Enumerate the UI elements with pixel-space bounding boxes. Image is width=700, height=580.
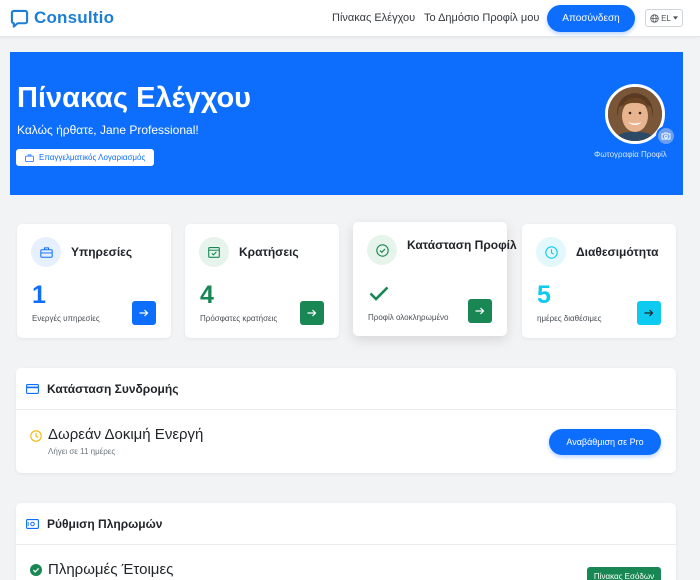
services-arrow-button[interactable]: [132, 301, 156, 325]
card-value: 4: [200, 281, 214, 309]
brand-logo[interactable]: Consultio: [10, 8, 114, 28]
stat-card-bookings: Κρατήσεις 4 Πρόσφατες κρατήσεις: [185, 224, 339, 338]
card-title: Κρατήσεις: [239, 245, 299, 259]
card-subtitle: Ενεργές υπηρεσίες: [32, 314, 100, 323]
upgrade-to-pro-button[interactable]: Αναβάθμιση σε Pro: [549, 429, 661, 455]
availability-arrow-button[interactable]: [637, 301, 661, 325]
payments-title: Ρύθμιση Πληρωμών: [47, 516, 163, 531]
card-subtitle: Πρόσφατες κρατήσεις: [200, 314, 278, 323]
briefcase-icon: [25, 153, 34, 162]
stat-card-profile-status: Κατάσταση Προφίλ Προφίλ ολοκληρωμένο: [353, 222, 517, 336]
revenue-dashboard-button[interactable]: Πίνακας Εσόδων: [587, 567, 661, 580]
briefcase-icon: [39, 246, 53, 258]
nav-link-dashboard[interactable]: Πίνακας Ελέγχου: [332, 12, 415, 24]
profile-photo-label: Φωτογραφία Προφίλ: [594, 150, 667, 159]
card-title: Υπηρεσίες: [71, 245, 133, 259]
payments-status-title: Πληρωμές Έτοιμες: [48, 561, 174, 578]
card-icon-services: [31, 237, 61, 267]
clock-icon: [30, 430, 42, 442]
card-value: 5: [537, 281, 551, 309]
stat-card-availability: Διαθεσιμότητα 5 ημέρες διαθέσιμες: [522, 224, 676, 338]
check-circle-icon: [30, 564, 42, 576]
account-type-badge[interactable]: Επαγγελματικός Λογαριασμός: [16, 149, 155, 166]
card-title: Κατάσταση Προφίλ: [407, 238, 517, 252]
payments-panel-header: Ρύθμιση Πληρωμών: [16, 503, 676, 545]
subscription-status: Δωρεάν Δοκιμή Ενεργή Λήγει σε 11 ημέρες: [30, 426, 203, 456]
subscription-expiry-note: Λήγει σε 11 ημέρες: [48, 447, 116, 456]
arrow-right-icon: [307, 309, 317, 317]
dashboard-hero: Πίνακας Ελέγχου Καλώς ήρθατε, Jane Profe…: [10, 52, 683, 195]
language-code: EL: [661, 13, 671, 23]
card-icon-profile-status: [367, 235, 397, 265]
profile-photo: [605, 84, 676, 146]
checkmark-icon: [369, 286, 389, 301]
payments-panel: Ρύθμιση Πληρωμών Πληρωμές Έτοιμες Πίνακα…: [16, 503, 676, 580]
arrow-right-icon: [475, 307, 485, 315]
subscription-title: Κατάσταση Συνδρομής: [47, 381, 179, 396]
top-navbar: Consultio Πίνακας Ελέγχου Το Δημόσιο Προ…: [0, 0, 700, 37]
card-title: Διαθεσιμότητα: [576, 245, 659, 259]
card-icon-availability: [536, 237, 566, 267]
check-circle-icon: [375, 243, 389, 257]
card-subtitle: ημέρες διαθέσιμες: [537, 314, 602, 323]
stat-card-services: Υπηρεσίες 1 Ενεργές υπηρεσίες: [17, 224, 171, 338]
chat-bubble-icon: [10, 9, 29, 28]
caret-down-icon: [672, 16, 678, 20]
card-value: 1: [32, 281, 46, 309]
profile-arrow-button[interactable]: [468, 299, 492, 323]
brand-name: Consultio: [34, 8, 115, 27]
subscription-panel: Κατάσταση Συνδρομής Δωρεάν Δοκιμή Ενεργή…: [16, 368, 676, 473]
payments-icon: [26, 518, 39, 529]
globe-icon: [650, 13, 659, 23]
change-photo-button[interactable]: [656, 126, 676, 146]
payments-status: Πληρωμές Έτοιμες: [30, 561, 173, 579]
language-dropdown[interactable]: EL: [645, 9, 683, 27]
card-subtitle: Προφίλ ολοκληρωμένο: [368, 313, 449, 322]
account-type-label: Επαγγελματικός Λογαριασμός: [39, 153, 146, 162]
calendar-check-icon: [208, 247, 220, 258]
nav-link-public-profile[interactable]: Το Δημόσιο Προφίλ μου: [424, 12, 539, 24]
subscription-status-title: Δωρεάν Δοκιμή Ενεργή: [48, 426, 204, 443]
arrow-right-icon: [644, 309, 654, 317]
page-title: Πίνακας Ελέγχου: [17, 82, 252, 114]
credit-card-icon: [26, 383, 39, 394]
card-icon-bookings: [199, 237, 229, 267]
arrow-right-icon: [139, 309, 149, 317]
welcome-message: Καλώς ήρθατε, Jane Professional!: [17, 123, 199, 137]
bookings-arrow-button[interactable]: [300, 301, 324, 325]
logout-button[interactable]: Αποσύνδεση: [547, 5, 635, 32]
subscription-panel-header: Κατάσταση Συνδρομής: [16, 368, 676, 410]
camera-icon: [661, 132, 671, 140]
clock-icon: [544, 245, 558, 259]
